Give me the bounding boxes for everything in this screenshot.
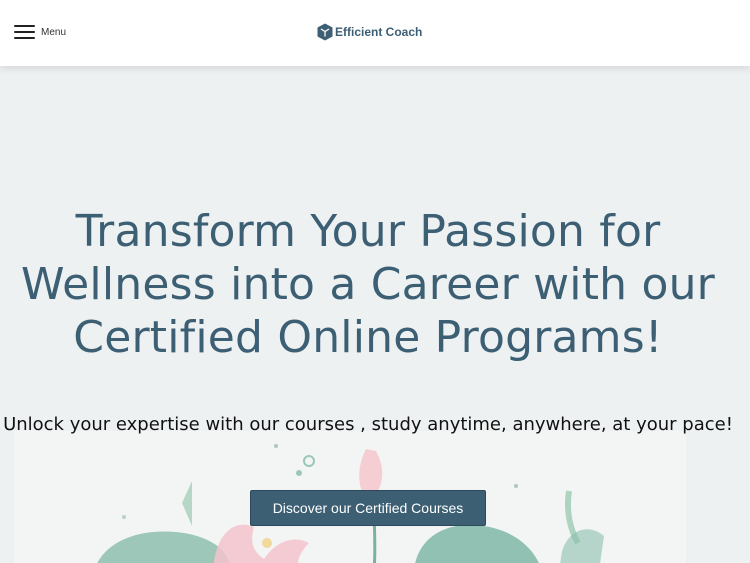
hero-section: Transform Your Passion for Wellness into… [0, 66, 750, 563]
site-logo[interactable]: Efficient Coach [317, 23, 422, 41]
hero-subtitle: Unlock your expertise with our courses ,… [3, 414, 733, 435]
menu-label: Menu [41, 26, 67, 38]
hero-title: Transform Your Passion for Wellness into… [21, 206, 715, 363]
site-header: Menu Efficient Coach [0, 0, 750, 66]
hamburger-icon [14, 25, 35, 39]
menu-button[interactable]: Menu [14, 22, 66, 42]
discover-courses-button[interactable]: Discover our Certified Courses [250, 490, 486, 526]
logo-hexagon-icon [317, 23, 333, 41]
logo-text: Efficient Coach [335, 25, 423, 39]
